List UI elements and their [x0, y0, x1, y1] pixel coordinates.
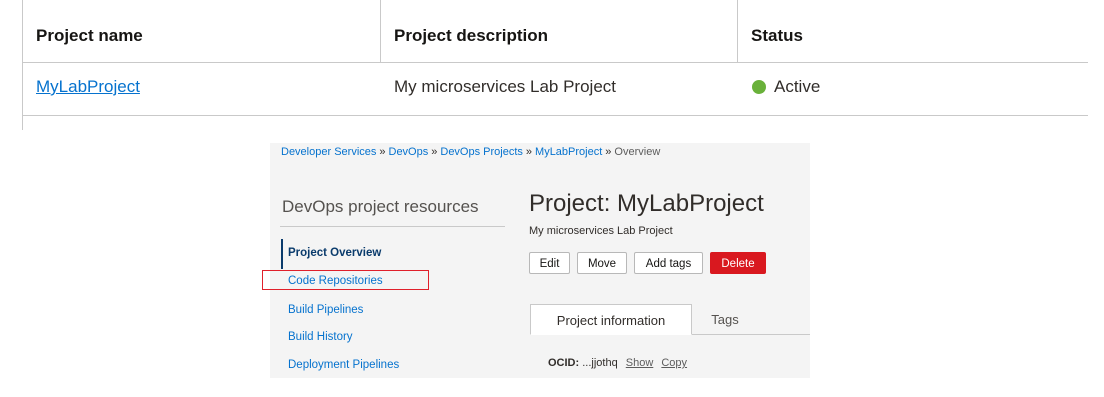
table-left-border: [22, 0, 23, 130]
code-repositories-highlight-box: [262, 270, 429, 290]
status-dot-icon: [752, 80, 766, 94]
project-name-link[interactable]: MyLabProject: [36, 77, 140, 96]
ocid-value: ...jjothq: [582, 357, 618, 369]
move-button[interactable]: Move: [577, 252, 627, 274]
column-header-status: Status: [751, 26, 803, 45]
column-header-project-description: Project description: [394, 26, 548, 45]
breadcrumb-devops-projects[interactable]: DevOps Projects: [440, 146, 523, 158]
edit-button[interactable]: Edit: [529, 252, 570, 274]
sidebar-heading: DevOps project resources: [282, 197, 479, 216]
column-header-project-name: Project name: [36, 26, 143, 45]
ocid-copy-link[interactable]: Copy: [661, 357, 687, 369]
ocid-label: OCID:: [548, 357, 580, 369]
breadcrumb-separator: »: [605, 146, 612, 158]
breadcrumb-separator: »: [379, 146, 386, 158]
page-subtitle: My microservices Lab Project: [529, 225, 673, 237]
ocid-row: OCID: ...jjothq Show Copy: [548, 357, 687, 369]
sidebar-item-build-history[interactable]: Build History: [288, 331, 353, 343]
sidebar-active-indicator: [281, 239, 283, 269]
breadcrumb-overview: Overview: [614, 146, 661, 158]
breadcrumb-separator: »: [525, 146, 533, 158]
table-row: MyLabProject: [36, 77, 140, 97]
breadcrumb-mylabproject[interactable]: MyLabProject: [535, 146, 602, 158]
breadcrumb-devops[interactable]: DevOps: [389, 146, 429, 158]
breadcrumb-separator: »: [431, 146, 438, 158]
sidebar-divider: [280, 226, 505, 227]
ocid-show-link[interactable]: Show: [626, 357, 654, 369]
delete-button[interactable]: Delete: [710, 252, 766, 274]
tab-project-information[interactable]: Project information: [530, 304, 692, 335]
status-cell: Active: [774, 77, 821, 96]
sidebar-item-deployment-pipelines[interactable]: Deployment Pipelines: [288, 359, 399, 371]
tab-tags[interactable]: Tags: [700, 304, 750, 335]
column-divider: [380, 0, 381, 62]
page-title: Project: MyLabProject: [529, 190, 764, 217]
column-divider: [737, 0, 738, 62]
add-tags-button[interactable]: Add tags: [634, 252, 703, 274]
breadcrumb-developer-services[interactable]: Developer Services: [281, 146, 376, 158]
breadcrumb: Developer Services» DevOps» DevOps Project…: [281, 146, 660, 158]
row-border: [22, 115, 1088, 116]
project-description-cell: My microservices Lab Project: [394, 77, 617, 96]
sidebar-item-project-overview[interactable]: Project Overview: [288, 247, 381, 259]
sidebar-item-build-pipelines[interactable]: Build Pipelines: [288, 304, 363, 316]
header-row-border: [22, 62, 1088, 63]
projects-table: Project name Project description Status …: [0, 0, 1104, 130]
